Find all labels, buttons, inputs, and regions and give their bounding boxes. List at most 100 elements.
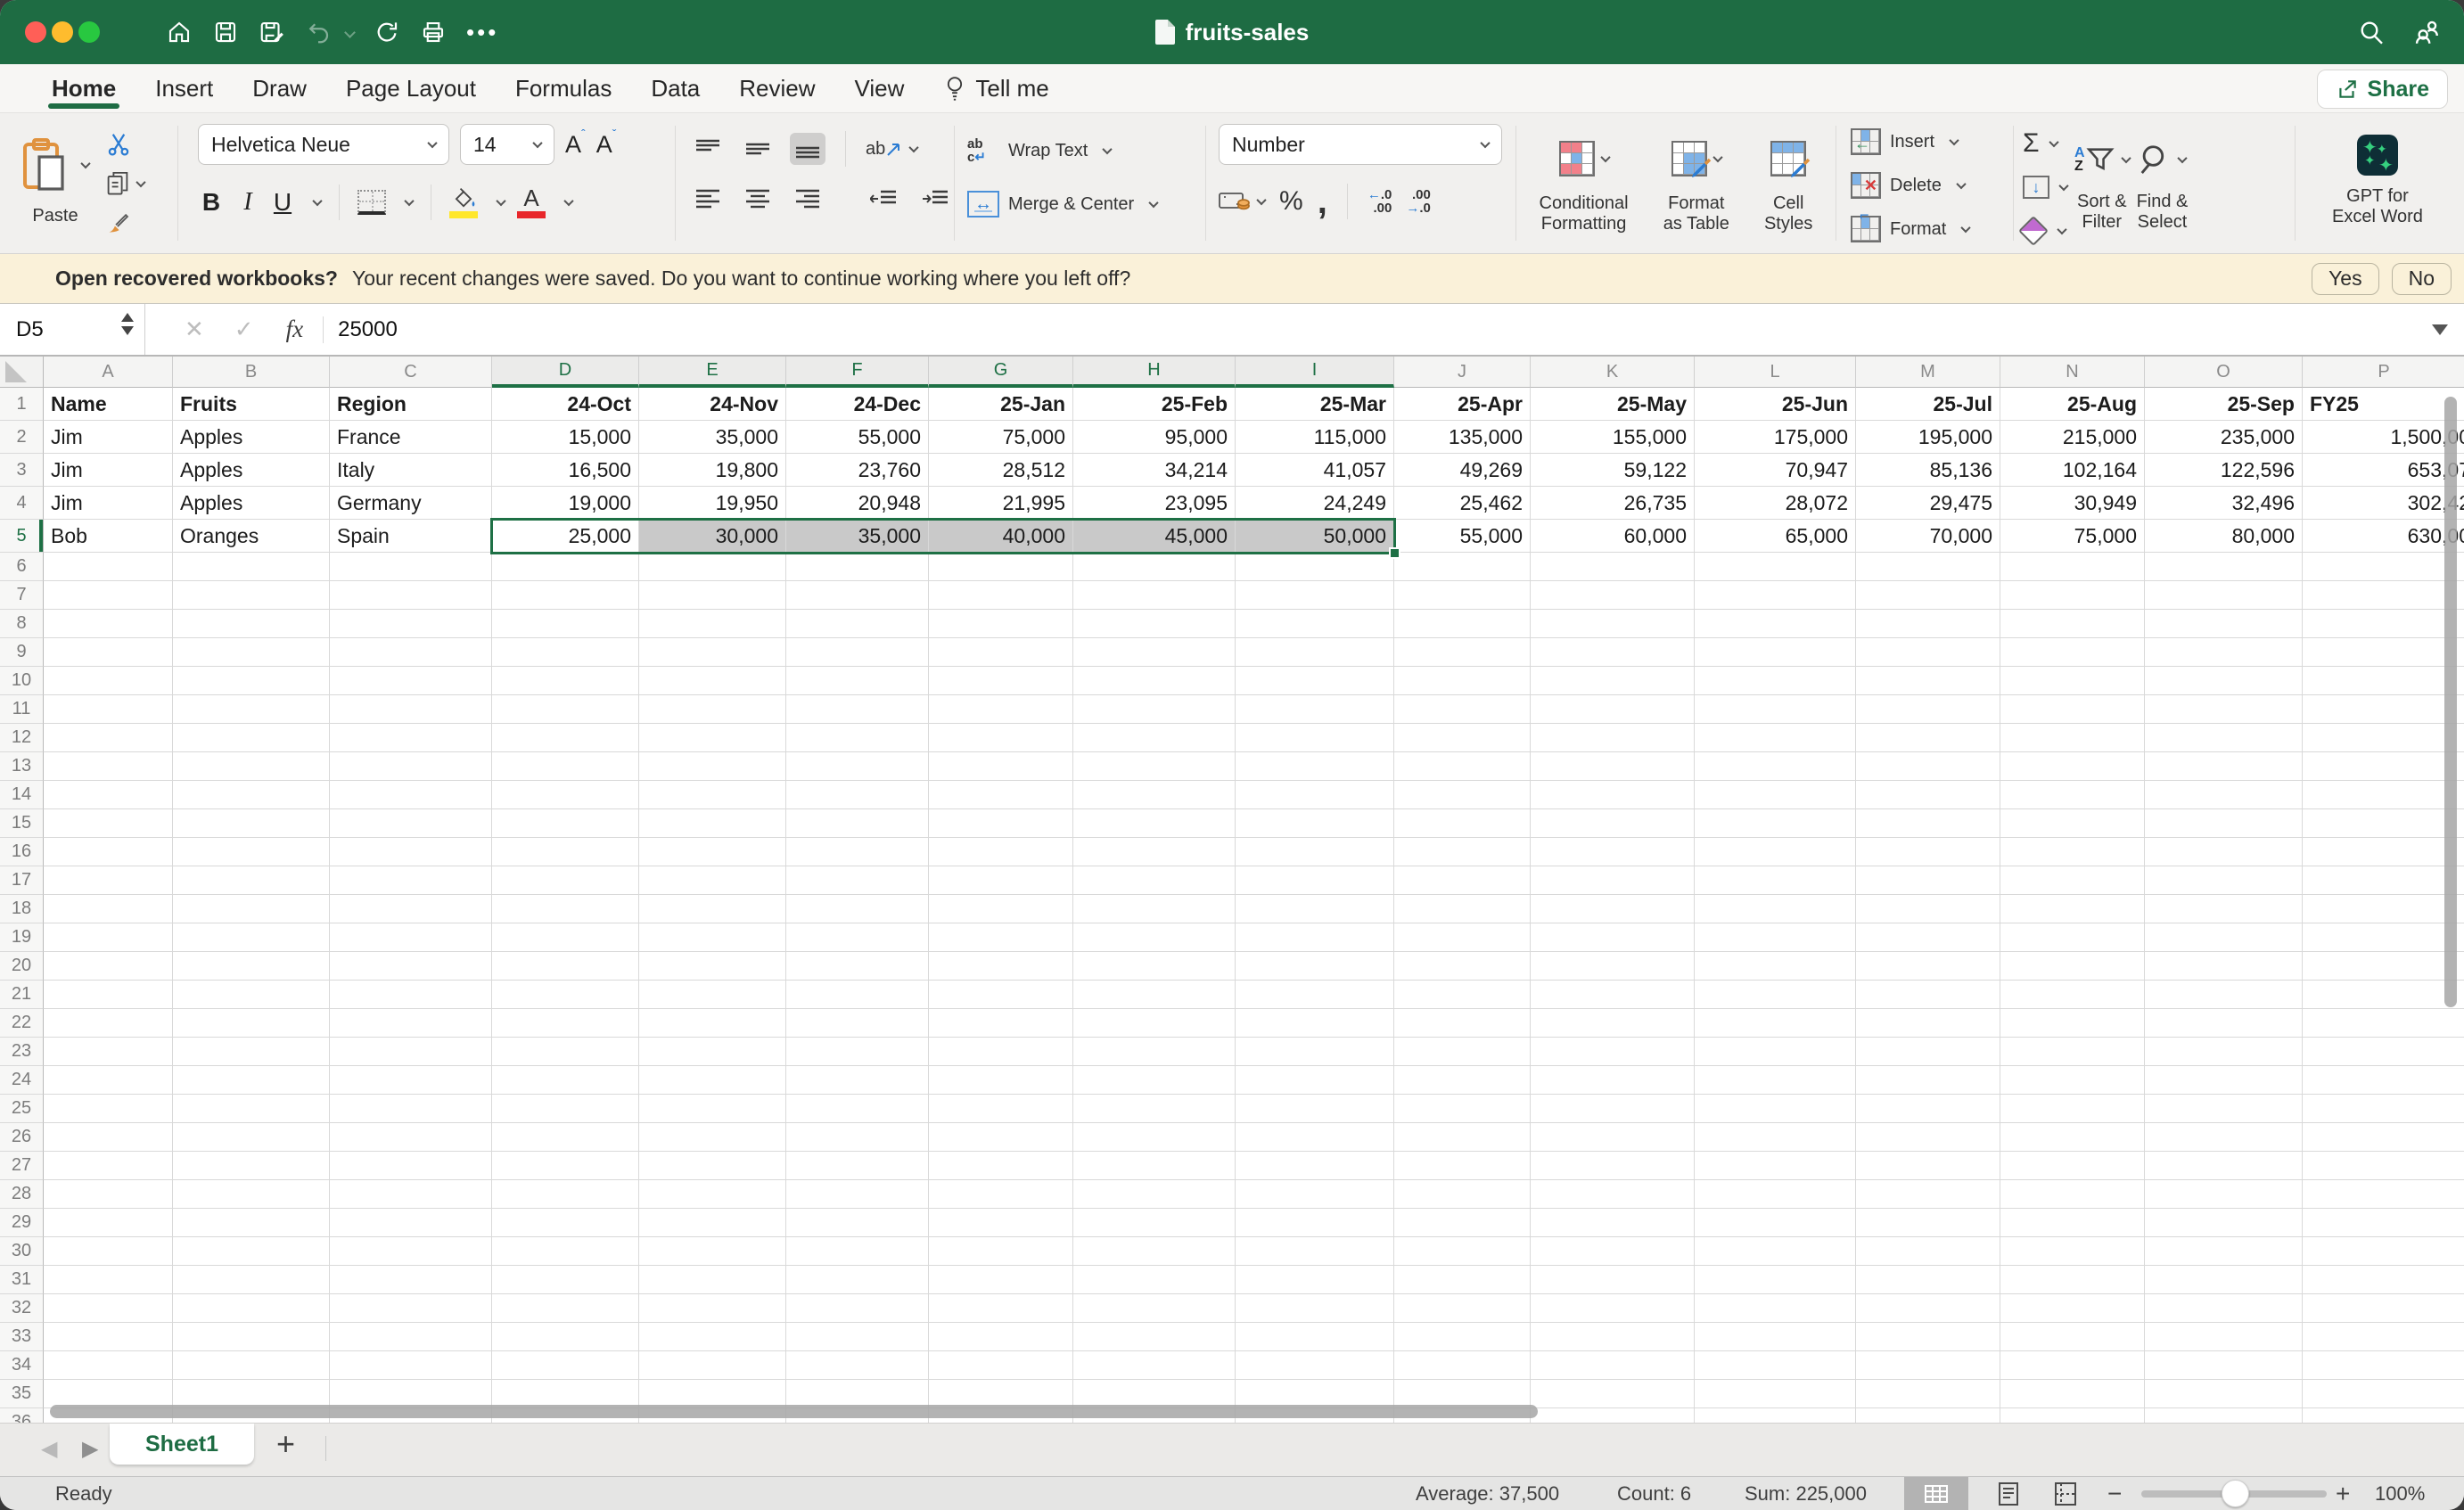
cell-M23[interactable]	[1856, 1038, 2000, 1066]
cell-C21[interactable]	[330, 981, 492, 1009]
column-header-G[interactable]: G	[929, 357, 1073, 388]
cell-A14[interactable]	[44, 781, 173, 809]
cell-J34[interactable]	[1394, 1351, 1531, 1380]
cell-G29[interactable]	[929, 1209, 1073, 1237]
cell-I16[interactable]	[1236, 838, 1394, 866]
borders-chevron-icon[interactable]	[404, 196, 414, 206]
cell-M14[interactable]	[1856, 781, 2000, 809]
cell-N26[interactable]	[2000, 1123, 2145, 1152]
cell-N18[interactable]	[2000, 895, 2145, 923]
cell-N15[interactable]	[2000, 809, 2145, 838]
align-center-button[interactable]	[740, 183, 776, 215]
cell-D14[interactable]	[492, 781, 639, 809]
cell-F14[interactable]	[786, 781, 929, 809]
cell-G33[interactable]	[929, 1323, 1073, 1351]
cell-A13[interactable]	[44, 752, 173, 781]
row-header-18[interactable]: 18	[0, 895, 44, 923]
cell-M12[interactable]	[1856, 724, 2000, 752]
cell-D17[interactable]	[492, 866, 639, 895]
cell-A16[interactable]	[44, 838, 173, 866]
copy-button[interactable]	[105, 170, 144, 197]
cell-E14[interactable]	[639, 781, 786, 809]
cell-L7[interactable]	[1695, 581, 1856, 610]
cell-I7[interactable]	[1236, 581, 1394, 610]
cell-B23[interactable]	[173, 1038, 330, 1066]
cell-A27[interactable]	[44, 1152, 173, 1180]
cell-O21[interactable]	[2145, 981, 2303, 1009]
cell-O35[interactable]	[2145, 1380, 2303, 1408]
cell-E17[interactable]	[639, 866, 786, 895]
cell-H26[interactable]	[1073, 1123, 1236, 1152]
cell-P15[interactable]	[2303, 809, 2464, 838]
cell-C11[interactable]	[330, 695, 492, 724]
cell-D32[interactable]	[492, 1294, 639, 1323]
fill-button[interactable]: ↓	[2023, 169, 2067, 205]
column-header-C[interactable]: C	[330, 357, 492, 388]
cell-B5[interactable]: Oranges	[173, 520, 330, 553]
cell-E22[interactable]	[639, 1009, 786, 1038]
cell-G2[interactable]: 75,000	[929, 421, 1073, 454]
cell-F21[interactable]	[786, 981, 929, 1009]
cell-I27[interactable]	[1236, 1152, 1394, 1180]
cell-A6[interactable]	[44, 553, 173, 581]
cell-O17[interactable]	[2145, 866, 2303, 895]
tab-review[interactable]: Review	[739, 64, 815, 112]
cell-M26[interactable]	[1856, 1123, 2000, 1152]
orientation-chevron-icon[interactable]	[909, 143, 919, 152]
cancel-entry-icon[interactable]: ✕	[185, 316, 204, 343]
cell-E3[interactable]: 19,800	[639, 454, 786, 487]
cell-H11[interactable]	[1073, 695, 1236, 724]
cell-K13[interactable]	[1531, 752, 1695, 781]
cell-C17[interactable]	[330, 866, 492, 895]
cell-G30[interactable]	[929, 1237, 1073, 1266]
cell-M11[interactable]	[1856, 695, 2000, 724]
cell-D9[interactable]	[492, 638, 639, 667]
cell-O29[interactable]	[2145, 1209, 2303, 1237]
cell-K25[interactable]	[1531, 1095, 1695, 1123]
cell-F6[interactable]	[786, 553, 929, 581]
row-header-13[interactable]: 13	[0, 752, 44, 781]
row-header-33[interactable]: 33	[0, 1323, 44, 1351]
cell-F1[interactable]: 24-Dec	[786, 388, 929, 421]
cell-N19[interactable]	[2000, 923, 2145, 952]
column-header-F[interactable]: F	[786, 357, 929, 388]
cell-C22[interactable]	[330, 1009, 492, 1038]
cell-D33[interactable]	[492, 1323, 639, 1351]
cell-H24[interactable]	[1073, 1066, 1236, 1095]
cell-N33[interactable]	[2000, 1323, 2145, 1351]
cell-H31[interactable]	[1073, 1266, 1236, 1294]
cell-D12[interactable]	[492, 724, 639, 752]
cell-I26[interactable]	[1236, 1123, 1394, 1152]
row-header-7[interactable]: 7	[0, 581, 44, 610]
cell-D21[interactable]	[492, 981, 639, 1009]
row-header-11[interactable]: 11	[0, 695, 44, 724]
cell-O12[interactable]	[2145, 724, 2303, 752]
cell-H13[interactable]	[1073, 752, 1236, 781]
cell-J26[interactable]	[1394, 1123, 1531, 1152]
redo-icon[interactable]	[374, 19, 400, 45]
cell-M18[interactable]	[1856, 895, 2000, 923]
cell-M34[interactable]	[1856, 1351, 2000, 1380]
cell-J31[interactable]	[1394, 1266, 1531, 1294]
cell-L31[interactable]	[1695, 1266, 1856, 1294]
cell-L9[interactable]	[1695, 638, 1856, 667]
cell-K2[interactable]: 155,000	[1531, 421, 1695, 454]
cell-P36[interactable]	[2303, 1408, 2464, 1423]
cell-K23[interactable]	[1531, 1038, 1695, 1066]
cell-P23[interactable]	[2303, 1038, 2464, 1066]
cell-K10[interactable]	[1531, 667, 1695, 695]
cell-O6[interactable]	[2145, 553, 2303, 581]
cell-P3[interactable]: 653,07	[2303, 454, 2464, 487]
cell-F11[interactable]	[786, 695, 929, 724]
cell-O22[interactable]	[2145, 1009, 2303, 1038]
cell-P27[interactable]	[2303, 1152, 2464, 1180]
cell-B33[interactable]	[173, 1323, 330, 1351]
cell-D8[interactable]	[492, 610, 639, 638]
column-header-O[interactable]: O	[2145, 357, 2303, 388]
cell-K4[interactable]: 26,735	[1531, 487, 1695, 520]
cell-H2[interactable]: 95,000	[1073, 421, 1236, 454]
cell-P14[interactable]	[2303, 781, 2464, 809]
cell-D22[interactable]	[492, 1009, 639, 1038]
cell-B24[interactable]	[173, 1066, 330, 1095]
cell-L11[interactable]	[1695, 695, 1856, 724]
